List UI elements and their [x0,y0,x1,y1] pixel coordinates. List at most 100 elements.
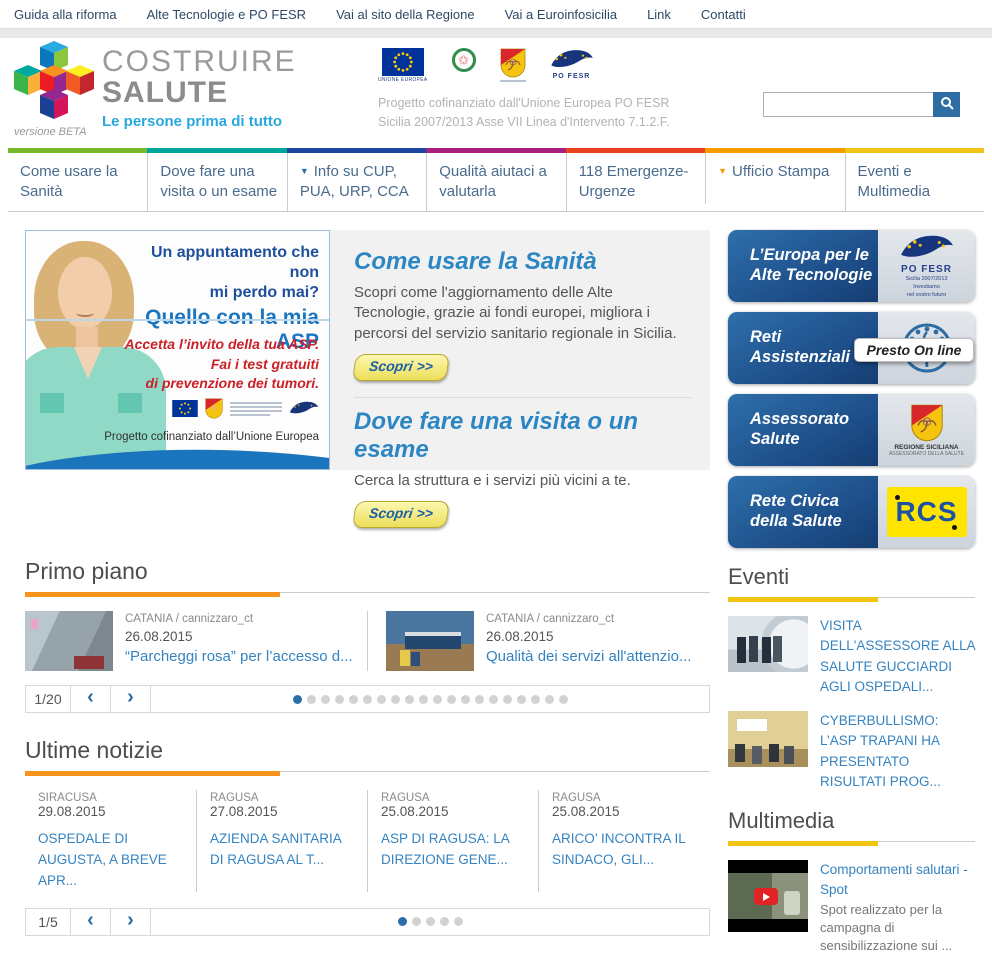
divider-strip [0,29,992,38]
nav-item-info-cup[interactable]: ▼Info su CUP, PUA, URP, CCA [287,148,426,211]
nav-item-qualita[interactable]: ▼Qualità aiutaci a valutarla [426,148,565,211]
nav-label: Eventi e Multimedia [858,163,931,200]
promo-text: Scopri come l'aggiornamento delle Alte T… [354,283,692,344]
news-link[interactable]: OSPEDALE DI AUGUSTA, A BREVE APR... [38,831,167,888]
presto-online-badge[interactable]: Presto On line [854,338,974,362]
eventi-section: Eventi VISITA DELL'ASSESSORE ALLA SALUTE… [728,564,975,792]
cofinance-text: Progetto cofinanziato dall'Unione Europe… [378,94,669,133]
event-photo [728,616,808,672]
prev-button[interactable]: ‹ [70,685,111,713]
institution-logos: UNIONE EUROPEA ★ PO FESR [378,48,594,84]
version-label: versione BETA [14,126,87,138]
search-icon [940,96,954,113]
site-logo[interactable]: COSTRUIRE SALUTE Le persone prima di tut… [102,48,297,130]
ultime-notizie-pager: 1/5 ‹ › [25,908,710,936]
search-input[interactable] [763,92,933,117]
event-photo [728,711,808,767]
primo-piano-pager: 1/20 ‹ › [25,685,710,713]
carousel-dots[interactable] [150,908,710,936]
section-title: Primo piano [25,558,710,585]
po-fesr-caption: PO FESR [553,73,591,80]
event-card[interactable]: VISITA DELL'ASSESSORE ALLA SALUTE GUCCIA… [728,616,975,697]
event-link[interactable]: CYBERBULLISMO: L’ASP TRAPANI HA PRESENTA… [820,711,975,792]
nav-item-ufficio-stampa[interactable]: ▼Ufficio Stampa [705,148,844,211]
scopri-button[interactable]: Scopri >> [352,501,450,528]
scopri-button[interactable]: Scopri >> [352,354,450,381]
section-title: Multimedia [728,808,975,834]
banner-claim: Accetta l’invito della tua ASP.Fai i tes… [124,335,319,394]
news-link[interactable]: “Parcheggi rosa” per l’accesso d... [125,648,353,665]
play-icon[interactable] [754,888,778,905]
news-date: 25.08.2015 [381,804,528,819]
news-card[interactable]: RAGUSA 27.08.2015 AZIENDA SANITARIA DI R… [196,790,367,892]
prev-button[interactable]: ‹ [70,908,111,936]
logo-cross-icon[interactable] [10,41,98,130]
next-button[interactable]: › [110,908,151,936]
utility-link-regione[interactable]: Vai al sito della Regione [336,7,475,22]
video-thumbnail[interactable] [728,860,808,932]
nav-label: Dove fare una visita o un esame [160,163,277,200]
utility-link-alte-tecnologie[interactable]: Alte Tecnologie e PO FESR [147,7,306,22]
logo-tagline: Le persone prima di tutto [102,113,297,130]
utility-link-guida[interactable]: Guida alla riforma [14,7,117,22]
sidebar-button-europa-alte-tecnologie[interactable]: L’Europa per le Alte Tecnologie PO FESR … [728,230,975,302]
section-title: Eventi [728,564,975,590]
nav-item-eventi[interactable]: ▼Eventi e Multimedia [845,148,984,211]
event-card[interactable]: CYBERBULLISMO: L’ASP TRAPANI HA PRESENTA… [728,711,975,792]
multimedia-section: Multimedia Comportamenti salutari - Spot… [728,808,975,955]
news-location: CATANIA / cannizzaro_ct [486,613,691,625]
chevron-down-icon: ▼ [300,166,309,176]
search-form [763,92,960,117]
eu-flag-icon [172,400,198,417]
po-fesr-logo-icon: PO FESR [550,48,594,80]
campaign-banner[interactable]: Un appuntamento che nonmi perdo mai? Que… [25,230,330,470]
nav-item-come-usare[interactable]: ▼Come usare la Sanità [8,148,147,211]
event-link[interactable]: VISITA DELL'ASSESSORE ALLA SALUTE GUCCIA… [820,616,975,697]
news-location: SIRACUSA [38,792,186,804]
news-card[interactable]: RAGUSA 25.08.2015 ARICO’ INCONTRA IL SIN… [538,790,709,892]
banner-wave [25,444,330,470]
banner-logos [172,398,319,419]
banner-cofinance: Progetto cofinanziato dall’Unione Europe… [104,431,319,443]
search-button[interactable] [933,92,960,117]
news-link[interactable]: AZIENDA SANITARIA DI RAGUSA AL T... [210,831,341,867]
nav-item-dove-fare[interactable]: ▼Dove fare una visita o un esame [147,148,286,211]
nav-label: 118 Emergenze-Urgenze [579,163,689,200]
sicily-crest-icon: REGIONE SICILIANA ASSESSORATO DELLA SALU… [878,394,975,466]
news-date: 27.08.2015 [210,804,357,819]
sidebar-button-label: Rete Civica della Salute [728,476,878,548]
utility-link-contatti[interactable]: Contatti [701,7,746,22]
sidebar-button-rete-civica[interactable]: Rete Civica della Salute RCS [728,476,975,548]
sidebar-button-assessorato-salute[interactable]: Assessorato Salute REGIONE SICILIANA ASS… [728,394,975,466]
sicily-caption-lines [230,400,282,418]
sicily-crest-icon [500,48,526,84]
sidebar-button-label: Assessorato Salute [728,394,878,466]
news-location: RAGUSA [552,792,699,804]
news-link[interactable]: ASP DI RAGUSA: LA DIREZIONE GENE... [381,831,509,867]
utility-nav: Guida alla riforma Alte Tecnologie e PO … [0,0,992,29]
video-link[interactable]: Comportamenti salutari - Spot [820,862,968,897]
utility-link-euroinfosicilia[interactable]: Vai a Euroinfosicilia [505,7,617,22]
news-card[interactable]: CATANIA / cannizzaro_ct 26.08.2015 “Parc… [25,611,367,671]
italy-emblem-icon: ★ [452,48,476,72]
news-card[interactable]: SIRACUSA 29.08.2015 OSPEDALE DI AUGUSTA,… [25,790,196,892]
hero-promos: Come usare la Sanità Scopri come l'aggio… [330,230,710,470]
news-card[interactable]: CATANIA / cannizzaro_ct 26.08.2015 Quali… [367,611,709,671]
next-button[interactable]: › [110,685,151,713]
news-card[interactable]: RAGUSA 25.08.2015 ASP DI RAGUSA: LA DIRE… [367,790,538,892]
utility-link-link[interactable]: Link [647,7,671,22]
accent-bar [728,841,878,846]
site-header: versione BETA COSTRUIRE SALUTE Le person… [0,38,992,145]
accent-bar [728,597,878,602]
promo-text: Cerca la struttura e i servizi più vicin… [354,471,692,491]
main-nav: ▼Come usare la Sanità ▼Dove fare una vis… [8,148,984,212]
news-link[interactable]: ARICO’ INCONTRA IL SINDACO, GLI... [552,831,685,867]
news-link[interactable]: Qualità dei servizi all'attenzio... [486,648,691,665]
news-location: RAGUSA [210,792,357,804]
nav-label: Come usare la Sanità [20,163,118,200]
nav-item-118[interactable]: ▼118 Emergenze-Urgenze [566,148,705,211]
logo-title-line2: SALUTE [102,77,297,109]
page-indicator: 1/20 [25,685,71,713]
carousel-dots[interactable] [150,685,710,713]
video-card[interactable]: Comportamenti salutari - Spot Spot reali… [728,860,975,955]
